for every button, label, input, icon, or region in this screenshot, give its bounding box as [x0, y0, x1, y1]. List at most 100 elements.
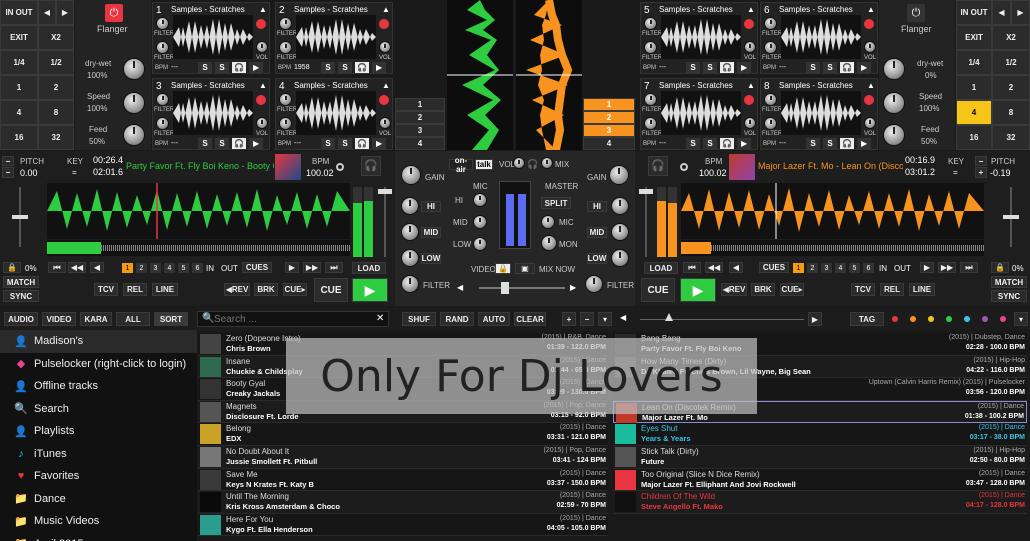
bank-3-right[interactable]: 3 [583, 124, 635, 137]
headphone-mix-knob[interactable] [541, 157, 553, 169]
pitch-slider-right[interactable] [999, 187, 1023, 247]
lock-icon-right[interactable]: 🔒 [991, 262, 1009, 273]
match-button[interactable]: MATCH [3, 276, 39, 288]
random-button[interactable]: RAND [440, 312, 474, 326]
pitch-up-button-right[interactable]: + [975, 167, 987, 178]
color-tag-purple[interactable] [982, 316, 988, 322]
color-tag-green[interactable] [946, 316, 952, 322]
search-input[interactable] [214, 313, 370, 325]
monitor-knob[interactable] [541, 235, 557, 251]
auto-button[interactable]: AUTO [478, 312, 510, 326]
sidebar-item-april-2015[interactable]: 📁April 2015 [0, 533, 197, 541]
slot-headphones-icon[interactable]: 🎧 [232, 138, 247, 149]
bank-3[interactable]: 3 [395, 124, 445, 137]
slot-vol-knob[interactable] [379, 117, 391, 129]
slot-sync-button[interactable]: S [806, 62, 821, 73]
loop-half-button[interactable]: 1/2 [38, 50, 74, 75]
slot-vol-knob[interactable] [744, 41, 756, 53]
slot-filter-knob-2[interactable] [156, 41, 169, 54]
match-button-right[interactable]: MATCH [991, 276, 1027, 288]
cues-button[interactable]: CUES [242, 262, 272, 273]
in-out-button-right[interactable]: IN OUT [956, 0, 992, 25]
cue-start-button-right[interactable]: ⏮ [683, 262, 701, 273]
slot-waveform[interactable] [173, 91, 253, 135]
key-eq-icon-right[interactable]: = [953, 168, 958, 177]
line-button-right[interactable]: LINE [909, 283, 935, 296]
mic-mid-knob[interactable] [473, 215, 487, 229]
clear-search-icon[interactable]: ✕ [376, 313, 384, 324]
slot-waveform[interactable] [296, 15, 376, 59]
karaoke-filter-button[interactable]: KARA [80, 312, 112, 326]
slot-filter-knob[interactable] [644, 93, 657, 106]
pitch-down-button[interactable]: − [2, 167, 14, 178]
slot-play-icon[interactable]: ▶ [372, 62, 387, 73]
loop-1-button-right[interactable]: 1 [956, 75, 992, 100]
cue-4-right[interactable]: 4 [835, 263, 846, 273]
low-kill-right[interactable]: LOW [587, 253, 607, 264]
crossfader-left-arrow[interactable]: ◀ [457, 283, 463, 292]
prev-cue-button-right[interactable]: ◀ [729, 262, 743, 273]
sidebar-item-madison-s[interactable]: 👤 Madison's [0, 330, 197, 353]
track-row[interactable]: No Doubt About It Jussie Smollett Ft. Pi… [198, 446, 608, 469]
video-lock-icon[interactable]: 🔒 [495, 263, 511, 274]
slot-sync-button[interactable]: S [321, 62, 336, 73]
sampler-slot-8[interactable]: 8 Samples - Scratches ▲ FILTER FILTER VO… [760, 78, 878, 150]
slot-sync2-button[interactable]: S [823, 62, 838, 73]
sampler-slot-1[interactable]: 1 Samples - Scratches ▲ FILTER FILTER VO… [152, 2, 270, 74]
slot-record-icon[interactable] [379, 95, 389, 105]
slot-record-icon[interactable] [379, 19, 389, 29]
loop-back-button-right[interactable]: ◀ [992, 0, 1011, 25]
slot-sync2-button[interactable]: S [703, 62, 718, 73]
slot-filter-knob-2[interactable] [644, 41, 657, 54]
slot-sync-button[interactable]: S [198, 138, 213, 149]
search-box[interactable]: 🔍 ✕ [197, 311, 389, 327]
next-cue-button[interactable]: ▶ [285, 262, 299, 273]
line-button[interactable]: LINE [152, 283, 178, 296]
track-row[interactable]: Stick Talk (Dirty) Future (2015) | Hip-H… [613, 446, 1027, 469]
load-button[interactable]: LOAD [352, 262, 386, 274]
slot-waveform[interactable] [781, 15, 861, 59]
loop-8-button-right[interactable]: 8 [992, 100, 1030, 125]
video-crossfade-icon[interactable]: ▣ [515, 263, 535, 274]
pitch-slider[interactable] [8, 187, 32, 247]
filter-knob-left[interactable] [401, 275, 419, 293]
color-tag-pink[interactable] [1000, 316, 1006, 322]
slot-filter-knob[interactable] [764, 93, 777, 106]
hi-knob-right[interactable] [611, 197, 629, 215]
loop-quarter-button[interactable]: 1/4 [0, 50, 38, 75]
cue-3[interactable]: 3 [150, 263, 161, 273]
cue-end-button[interactable]: ⏭ [325, 262, 343, 273]
slot-filter-knob-2[interactable] [764, 117, 777, 130]
mic-hi-knob[interactable] [473, 193, 487, 207]
slot-sync2-button[interactable]: S [215, 62, 230, 73]
sidebar-item-search[interactable]: 🔍 Search [0, 398, 197, 421]
lock-icon[interactable]: 🔒 [3, 262, 21, 273]
low-knob-right[interactable] [611, 249, 629, 267]
main-waveform-right[interactable] [681, 183, 984, 239]
cue-end-button-right[interactable]: ⏭ [960, 262, 978, 273]
slot-headphones-icon[interactable]: 🎧 [840, 62, 855, 73]
tcv-button[interactable]: TCV [94, 283, 118, 296]
cue-1-right[interactable]: 1 [793, 263, 804, 273]
track-row[interactable]: Belong EDX (2015) | Dance 03:31 - 121.0 … [198, 423, 608, 446]
filter-knob-right[interactable] [585, 275, 603, 293]
slot-play-icon[interactable]: ▶ [737, 62, 752, 73]
playlist-left-arrow[interactable]: ◀ [620, 313, 626, 322]
sync-button-right[interactable]: SYNC [991, 290, 1027, 302]
slot-filter-knob[interactable] [764, 17, 777, 30]
speed-knob[interactable] [123, 92, 145, 114]
sampler-slot-2[interactable]: 2 Samples - Scratches ▲ FILTER FILTER VO… [275, 2, 393, 74]
slot-record-icon[interactable] [744, 95, 754, 105]
bank-1-right[interactable]: 1 [583, 98, 635, 111]
cue-arrow-button[interactable]: CUE▸ [283, 283, 307, 296]
bank-4[interactable]: 4 [395, 137, 445, 150]
clear-button[interactable]: CLEAR [514, 312, 546, 326]
hi-kill-left[interactable]: HI [421, 201, 441, 212]
feed-knob-right[interactable] [883, 124, 905, 146]
slot-sync-button[interactable]: S [686, 62, 701, 73]
onair-button[interactable]: on-air [449, 156, 473, 174]
slot-headphones-icon[interactable]: 🎧 [720, 62, 735, 73]
slot-filter-knob-2[interactable] [644, 117, 657, 130]
loop-2-button-right[interactable]: 2 [992, 75, 1030, 100]
crossfader-right-arrow[interactable]: ▶ [570, 283, 576, 292]
